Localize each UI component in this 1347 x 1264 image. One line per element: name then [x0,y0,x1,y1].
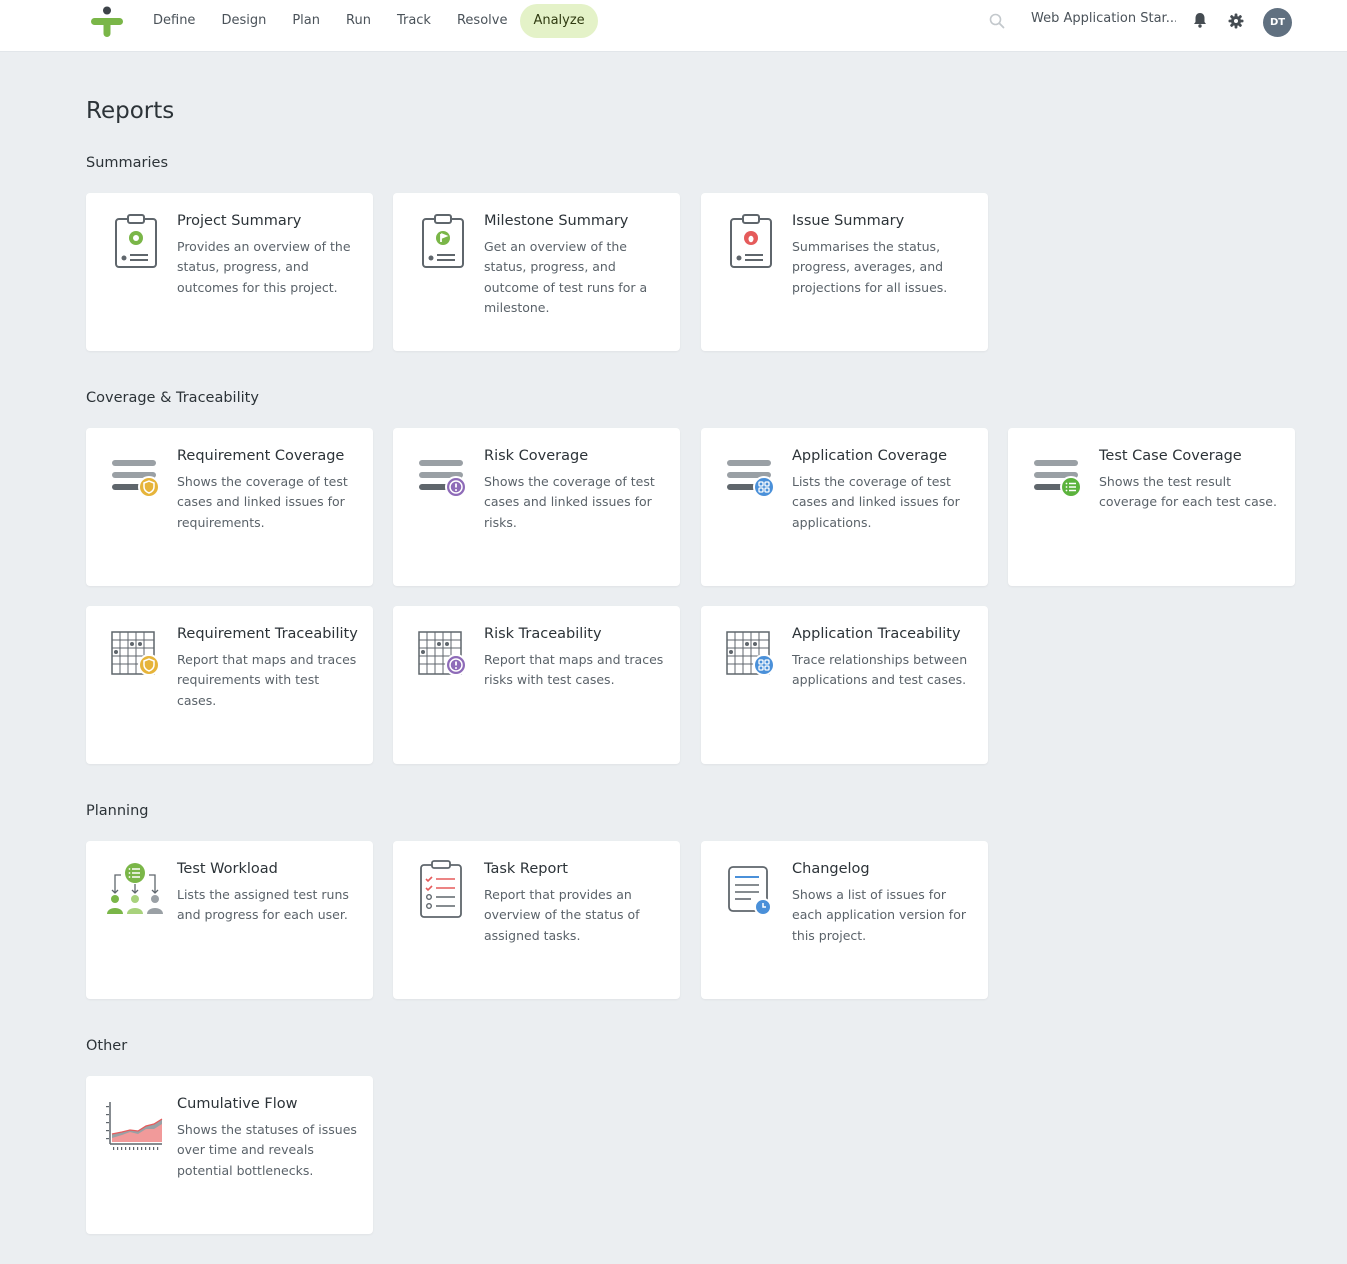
page-title: Reports [86,98,175,124]
nav-plan[interactable]: Plan [279,4,333,38]
nav-define[interactable]: Define [140,4,208,38]
project-selector[interactable]: Web Application Star... [1031,11,1176,26]
card-description: Shows the test result coverage for each … [1099,474,1277,510]
card-risk-coverage[interactable]: Risk Coverage Shows the coverage of test… [393,428,680,586]
card-title: Risk Coverage [484,448,589,464]
card-test-case-coverage[interactable]: Test Case Coverage Shows the test result… [1008,428,1295,586]
risk-coverage-icon [419,460,467,498]
section-title-planning: Planning [86,803,149,819]
card-title: Requirement Traceability [177,626,358,642]
card-task-report[interactable]: Task Report Report that provides an over… [393,841,680,999]
notifications-bell-icon[interactable] [1191,11,1209,29]
requirement-traceability-icon [111,631,160,676]
card-title: Task Report [484,861,568,877]
card-application-coverage[interactable]: Application Coverage Lists the coverage … [701,428,988,586]
application-coverage-icon [727,460,775,498]
section-title-coverage-traceability: Coverage & Traceability [86,390,259,406]
card-description: Shows the coverage of test cases and lin… [484,474,655,530]
card-title: Changelog [792,861,870,877]
card-title: Cumulative Flow [177,1096,298,1112]
settings-gear-icon[interactable] [1227,12,1245,30]
card-application-traceability[interactable]: Application Traceability Trace relations… [701,606,988,764]
card-title: Risk Traceability [484,626,602,642]
test-case-coverage-icon [1034,460,1082,498]
card-title: Project Summary [177,213,302,229]
card-changelog[interactable]: Changelog Shows a list of issues for eac… [701,841,988,999]
user-avatar[interactable]: DT [1263,8,1292,37]
card-description: Shows a list of issues for each applicat… [792,887,966,943]
card-test-workload[interactable]: Test Workload Lists the assigned test ru… [86,841,373,999]
card-title: Issue Summary [792,213,905,229]
top-navigation-bar: Define Design Plan Run Track Resolve Ana… [0,0,1347,52]
card-title: Requirement Coverage [177,448,345,464]
card-title: Application Coverage [792,448,948,464]
main-nav: Define Design Plan Run Track Resolve Ana… [140,4,598,38]
card-requirement-traceability[interactable]: Requirement Traceability Report that map… [86,606,373,764]
card-milestone-summary[interactable]: Milestone Summary Get an overview of the… [393,193,680,351]
nav-resolve[interactable]: Resolve [444,4,520,38]
card-description: Report that provides an overview of the … [484,887,640,943]
card-title: Application Traceability [792,626,961,642]
card-title: Milestone Summary [484,213,629,229]
application-traceability-icon [726,631,775,676]
issue-summary-clipboard-icon [730,214,772,268]
card-requirement-coverage[interactable]: Requirement Coverage Shows the coverage … [86,428,373,586]
card-description: Get an overview of the status, progress,… [484,239,648,315]
card-description: Lists the coverage of test cases and lin… [792,474,960,530]
nav-track[interactable]: Track [384,4,444,38]
cumulative-flow-chart-icon [106,1102,163,1150]
card-description: Report that maps and traces risks with t… [484,652,664,688]
section-title-other: Other [86,1038,128,1054]
card-description: Report that maps and traces requirements… [177,652,357,708]
card-description: Lists the assigned test runs and progres… [177,887,349,923]
milestone-summary-clipboard-icon [422,214,464,268]
card-title: Test Workload [177,861,278,877]
nav-analyze[interactable]: Analyze [520,4,598,38]
card-description: Provides an overview of the status, prog… [177,239,351,295]
risk-traceability-icon [418,631,467,676]
card-description: Summarises the status, progress, average… [792,239,948,295]
project-summary-clipboard-icon [115,214,157,268]
card-title: Test Case Coverage [1099,448,1242,464]
requirement-coverage-icon [112,460,160,498]
card-project-summary[interactable]: Project Summary Provides an overview of … [86,193,373,351]
test-workload-users-icon [107,863,163,914]
section-title-summaries: Summaries [86,155,168,171]
card-description: Shows the statuses of issues over time a… [177,1122,357,1178]
card-description: Trace relationships between applications… [792,652,968,688]
card-description: Shows the coverage of test cases and lin… [177,474,348,530]
task-report-checklist-icon [420,860,462,918]
nav-design[interactable]: Design [208,4,279,38]
card-risk-traceability[interactable]: Risk Traceability Report that maps and t… [393,606,680,764]
nav-run[interactable]: Run [333,4,384,38]
app-logo-icon[interactable] [90,6,124,38]
card-cumulative-flow[interactable]: Cumulative Flow Shows the statuses of is… [86,1076,373,1234]
search-icon[interactable] [988,12,1006,30]
changelog-document-icon [728,866,772,916]
card-issue-summary[interactable]: Issue Summary Summarises the status, pro… [701,193,988,351]
